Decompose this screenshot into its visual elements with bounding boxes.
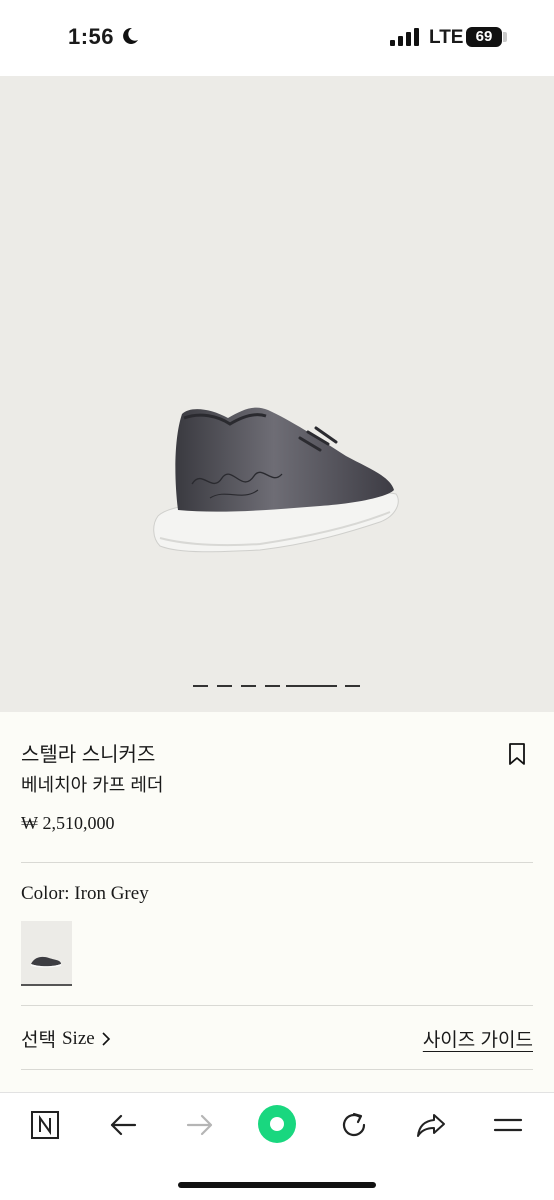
product-image-carousel[interactable]: [0, 76, 554, 712]
size-select-button[interactable]: 선택 Size: [21, 1025, 111, 1052]
product-name: 스텔라 스니커즈: [21, 744, 156, 766]
carousel-dot[interactable]: [241, 685, 256, 687]
forward-arrow-icon[interactable]: [183, 1108, 217, 1142]
sneaker-image[interactable]: [150, 398, 405, 558]
battery-cap: [503, 32, 507, 42]
divider: [21, 862, 533, 863]
home-indicator[interactable]: [178, 1182, 376, 1188]
divider: [21, 1069, 533, 1070]
back-arrow-icon[interactable]: [106, 1108, 140, 1142]
carousel-dot-active[interactable]: [286, 685, 337, 687]
signal-icon: [390, 28, 419, 46]
color-label: Color: Iron Grey: [21, 883, 149, 904]
size-select-label: Size: [61, 1027, 95, 1049]
battery-icon: 69: [466, 27, 502, 47]
status-bar: 1:56 LTE 69: [0, 0, 554, 76]
carousel-dot[interactable]: [193, 685, 208, 687]
menu-icon[interactable]: [491, 1108, 525, 1142]
status-time: 1:56: [68, 24, 115, 49]
chevron-right-icon: [102, 1031, 110, 1046]
product-price: ₩ 2,510,000: [21, 813, 115, 833]
product-material: 베네치아 카프 레더: [21, 775, 164, 795]
size-guide-link[interactable]: 사이즈 가이드: [423, 1025, 533, 1052]
network-type: LTE: [429, 27, 464, 48]
share-icon[interactable]: [414, 1108, 448, 1142]
bookmark-icon[interactable]: [508, 742, 526, 766]
green-circle-icon[interactable]: [257, 1104, 297, 1144]
size-select-korean: 선택: [21, 1030, 56, 1051]
color-swatch-iron-grey[interactable]: [21, 921, 72, 986]
swatch-shoe-icon: [31, 956, 61, 968]
carousel-dot[interactable]: [345, 685, 360, 687]
naver-n-icon[interactable]: [28, 1108, 62, 1142]
carousel-dot[interactable]: [217, 685, 232, 687]
refresh-icon[interactable]: [337, 1108, 371, 1142]
carousel-dot[interactable]: [265, 685, 280, 687]
divider: [21, 1005, 533, 1006]
moon-icon: [123, 27, 138, 44]
